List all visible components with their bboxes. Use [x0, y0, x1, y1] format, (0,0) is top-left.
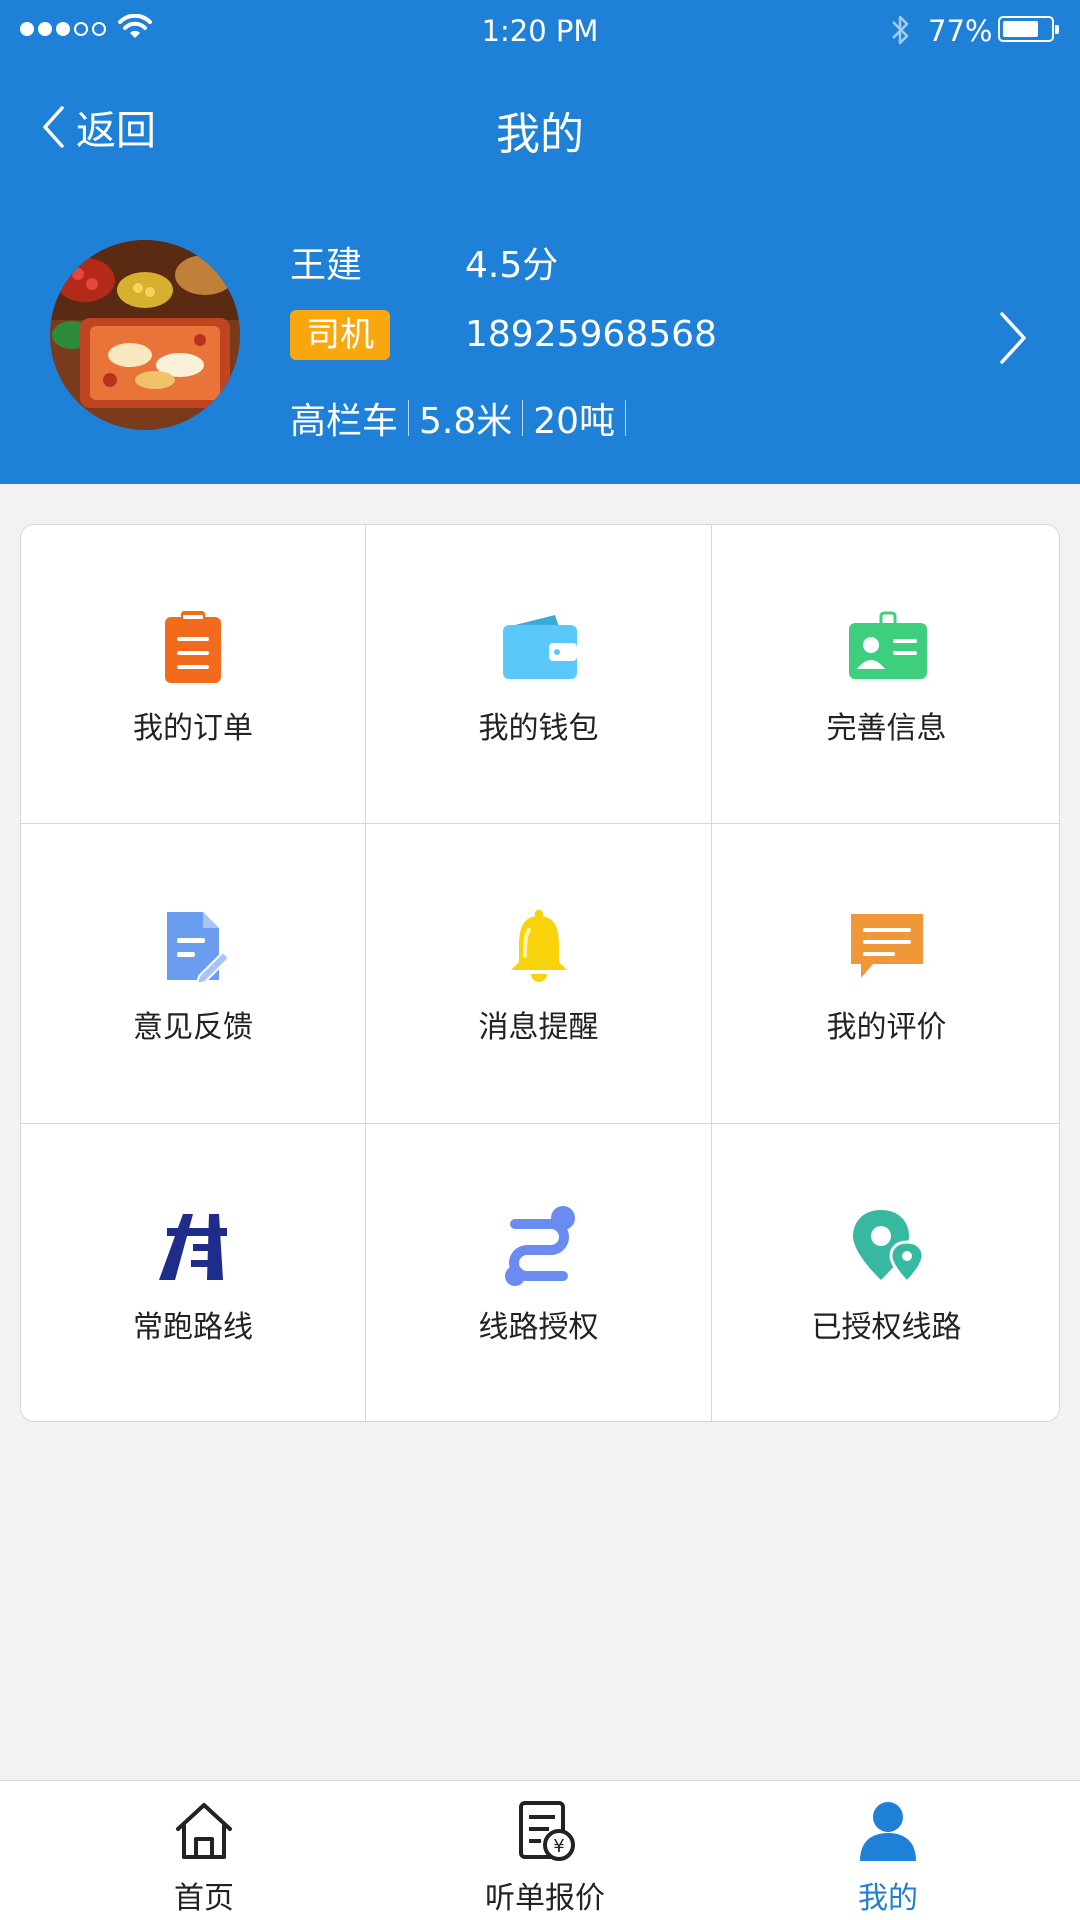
tab-mine[interactable]: 我的 — [788, 1781, 988, 1920]
feedback-doc-icon — [167, 912, 231, 986]
tab-bar: 首页 ¥ 听单报价 我的 — [0, 1780, 1080, 1920]
driver-name: 王建 — [290, 245, 363, 286]
menu-item-my-reviews[interactable]: 我的评价 — [712, 824, 1059, 1124]
menu-item-label: 已授权线路 — [811, 1310, 962, 1345]
tab-label: 首页 — [174, 1881, 234, 1916]
clipboard-icon — [165, 611, 221, 683]
wallet-icon — [502, 615, 577, 679]
tab-label: 我的 — [858, 1881, 918, 1916]
vehicle-load: 20吨 — [533, 401, 616, 442]
tab-label: 听单报价 — [485, 1881, 605, 1916]
id-card-icon — [848, 611, 927, 679]
avatar[interactable] — [50, 240, 240, 430]
menu-item-authorized-routes[interactable]: 已授权线路 — [712, 1124, 1059, 1421]
divider — [522, 400, 524, 436]
divider — [625, 400, 627, 436]
menu-item-my-wallet[interactable]: 我的钱包 — [366, 525, 712, 824]
bluetooth-icon — [892, 15, 909, 45]
menu-item-label: 我的评价 — [826, 1010, 947, 1045]
menu-grid: 我的订单 我的钱包 完善信息 意见反馈 消息提醒 我的评价 常跑路线 线路授权 … — [20, 524, 1060, 1422]
tab-quote[interactable]: ¥ 听单报价 — [445, 1781, 645, 1920]
role-badge: 司机 — [290, 310, 390, 360]
menu-item-notifications[interactable]: 消息提醒 — [366, 824, 712, 1124]
divider — [408, 400, 410, 436]
menu-item-frequent-routes[interactable]: 常跑路线 — [21, 1124, 366, 1421]
nav-bar: 返回 我的 — [0, 80, 1080, 170]
menu-item-label: 常跑路线 — [133, 1310, 253, 1345]
menu-item-feedback[interactable]: 意见反馈 — [21, 824, 366, 1124]
chevron-right-icon[interactable] — [996, 310, 1030, 366]
user-icon — [860, 1802, 916, 1861]
driver-phone: 18925968568 — [465, 314, 717, 355]
profile-header: 1:20 PM 77% 返回 我的 王建 4.5分 司机 18925968568… — [0, 0, 1080, 484]
home-icon — [176, 1803, 232, 1859]
location-pins-icon — [852, 1210, 925, 1285]
status-time: 1:20 PM — [481, 14, 599, 48]
svg-text:¥: ¥ — [553, 1836, 564, 1857]
battery-icon — [998, 16, 1059, 42]
vehicle-info: 高栏车 5.8米 20吨 — [290, 392, 636, 444]
menu-item-complete-info[interactable]: 完善信息 — [712, 525, 1059, 824]
comment-icon — [850, 914, 923, 978]
screen: 1:20 PM 77% 返回 我的 王建 4.5分 司机 18925968568… — [0, 0, 1080, 1920]
vehicle-length: 5.8米 — [419, 401, 513, 442]
menu-item-label: 完善信息 — [826, 711, 947, 746]
page-title: 我的 — [496, 109, 584, 160]
menu-item-label: 消息提醒 — [478, 1010, 599, 1045]
menu-item-label: 线路授权 — [478, 1310, 599, 1345]
tab-home[interactable]: 首页 — [104, 1781, 304, 1920]
profile-card[interactable]: 王建 4.5分 司机 18925968568 高栏车 5.8米 20吨 — [0, 230, 1080, 442]
status-bar: 1:20 PM 77% — [0, 0, 1080, 62]
vehicle-type: 高栏车 — [290, 401, 399, 442]
menu-item-my-orders[interactable]: 我的订单 — [21, 525, 366, 824]
menu-item-label: 意见反馈 — [133, 1010, 253, 1045]
menu-item-label: 我的订单 — [133, 711, 253, 746]
route-icon — [504, 1206, 575, 1286]
menu-item-label: 我的钱包 — [478, 711, 599, 746]
menu-item-route-authorization[interactable]: 线路授权 — [366, 1124, 712, 1421]
driver-rating: 4.5分 — [465, 245, 559, 286]
battery-percent: 77% — [928, 14, 993, 48]
quote-doc-icon: ¥ — [519, 1801, 575, 1861]
road-icon — [159, 1214, 227, 1280]
bell-icon — [510, 910, 567, 982]
